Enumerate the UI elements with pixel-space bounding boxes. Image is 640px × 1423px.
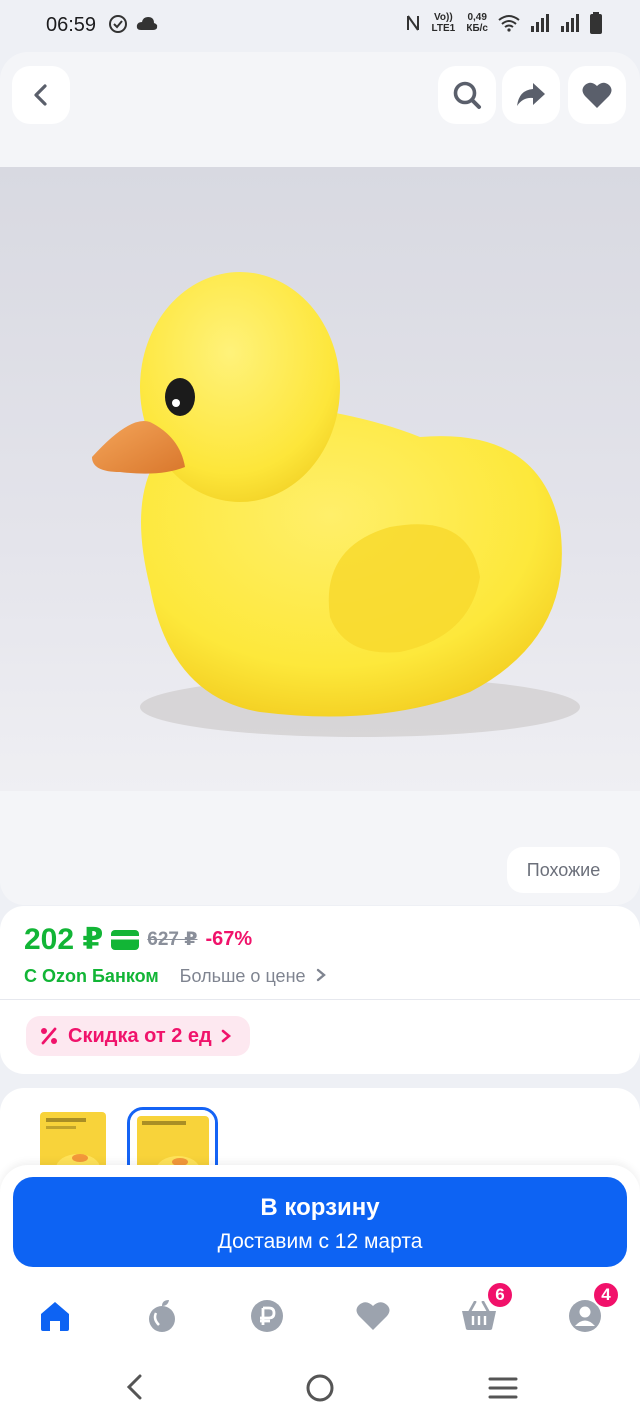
- profile-notification-badge: 4: [592, 1281, 620, 1309]
- check-circle-icon: [109, 15, 127, 33]
- bulk-discount-label: Скидка от 2 ед: [68, 1024, 212, 1047]
- chevron-right-icon: [221, 1029, 231, 1043]
- status-bar: 06:59 Vo)) LTE1 0,49 КБ/с: [0, 0, 640, 52]
- fresh-icon: [149, 1300, 175, 1332]
- signal-icon: [561, 14, 579, 32]
- system-back-icon[interactable]: [122, 1373, 148, 1401]
- bulk-discount-chip[interactable]: Скидка от 2 ед: [26, 1016, 250, 1056]
- price-row: 202 ₽ 627 ₽ -67%: [24, 922, 252, 957]
- nav-cart[interactable]: 6: [454, 1281, 514, 1341]
- chevron-right-icon: [316, 968, 326, 982]
- current-price: 202 ₽: [24, 923, 104, 956]
- divider: [0, 999, 640, 1000]
- similar-button[interactable]: Похожие: [507, 847, 620, 893]
- more-about-price-label: Больше о цене: [179, 966, 306, 986]
- nav-profile[interactable]: 4: [560, 1281, 620, 1341]
- price-card: 202 ₽ 627 ₽ -67% С Ozon Банком Больше о …: [0, 906, 640, 1074]
- cloud-icon: [136, 17, 158, 30]
- bottom-navigation: 6 4: [0, 1277, 640, 1349]
- share-button[interactable]: [502, 66, 560, 124]
- search-icon: [453, 81, 481, 109]
- bank-row: С Ozon Банком Больше о цене: [24, 966, 327, 987]
- net-speed-unit: КБ/с: [466, 23, 488, 34]
- discount-badge: -67%: [205, 928, 253, 950]
- nfc-icon: [407, 15, 420, 31]
- product-image[interactable]: [0, 167, 640, 791]
- search-button[interactable]: [438, 66, 496, 124]
- nav-home[interactable]: [30, 1291, 80, 1341]
- ozon-card-icon: [111, 929, 140, 950]
- status-time: 06:59: [46, 14, 97, 36]
- delivery-date-label: Доставим с 12 марта: [217, 1230, 423, 1253]
- back-icon: [34, 84, 47, 106]
- heart-icon: [582, 82, 612, 108]
- signal-icon: [531, 14, 549, 32]
- add-to-cart-label: В корзину: [260, 1194, 380, 1221]
- favorites-icon: [356, 1302, 390, 1330]
- more-about-price-link[interactable]: Больше о цене: [180, 966, 327, 987]
- percent-icon: [41, 1027, 57, 1045]
- volte-label: Vo)) LTE1: [431, 12, 456, 34]
- nav-ruble[interactable]: [242, 1291, 292, 1341]
- share-icon: [517, 83, 545, 106]
- nav-favorites[interactable]: [348, 1291, 398, 1341]
- cart-count-badge: 6: [486, 1281, 514, 1309]
- favorite-button[interactable]: [568, 66, 626, 124]
- net-speed: 0,49 КБ/с: [466, 12, 488, 34]
- home-icon: [41, 1302, 69, 1331]
- old-price: 627 ₽: [147, 929, 198, 950]
- ozon-bank-label: С Ozon Банком: [24, 966, 159, 986]
- wifi-icon: [498, 15, 520, 32]
- nav-fresh[interactable]: [137, 1291, 187, 1341]
- back-button[interactable]: [12, 66, 70, 124]
- net-speed-value: 0,49: [467, 12, 487, 23]
- system-recents-icon[interactable]: [487, 1375, 519, 1401]
- system-navigation-bar: [0, 1349, 640, 1423]
- add-to-cart-panel: В корзину Доставим с 12 марта: [0, 1165, 640, 1277]
- battery-icon: [590, 12, 602, 34]
- system-home-icon[interactable]: [304, 1372, 336, 1404]
- add-to-cart-button[interactable]: В корзину Доставим с 12 марта: [13, 1177, 627, 1267]
- product-gallery-card: Похожие: [0, 52, 640, 905]
- ruble-icon: [251, 1300, 283, 1332]
